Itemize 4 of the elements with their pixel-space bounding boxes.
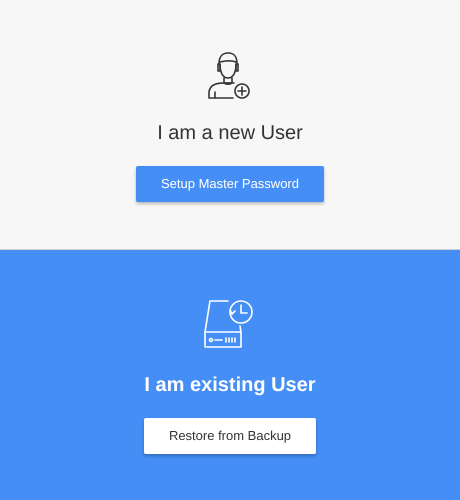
section-title: I am existing User: [144, 373, 316, 398]
section-title: I am a new User: [157, 121, 303, 146]
user-add-icon: [207, 52, 253, 100]
restore-backup-button[interactable]: Restore from Backup: [144, 418, 316, 454]
